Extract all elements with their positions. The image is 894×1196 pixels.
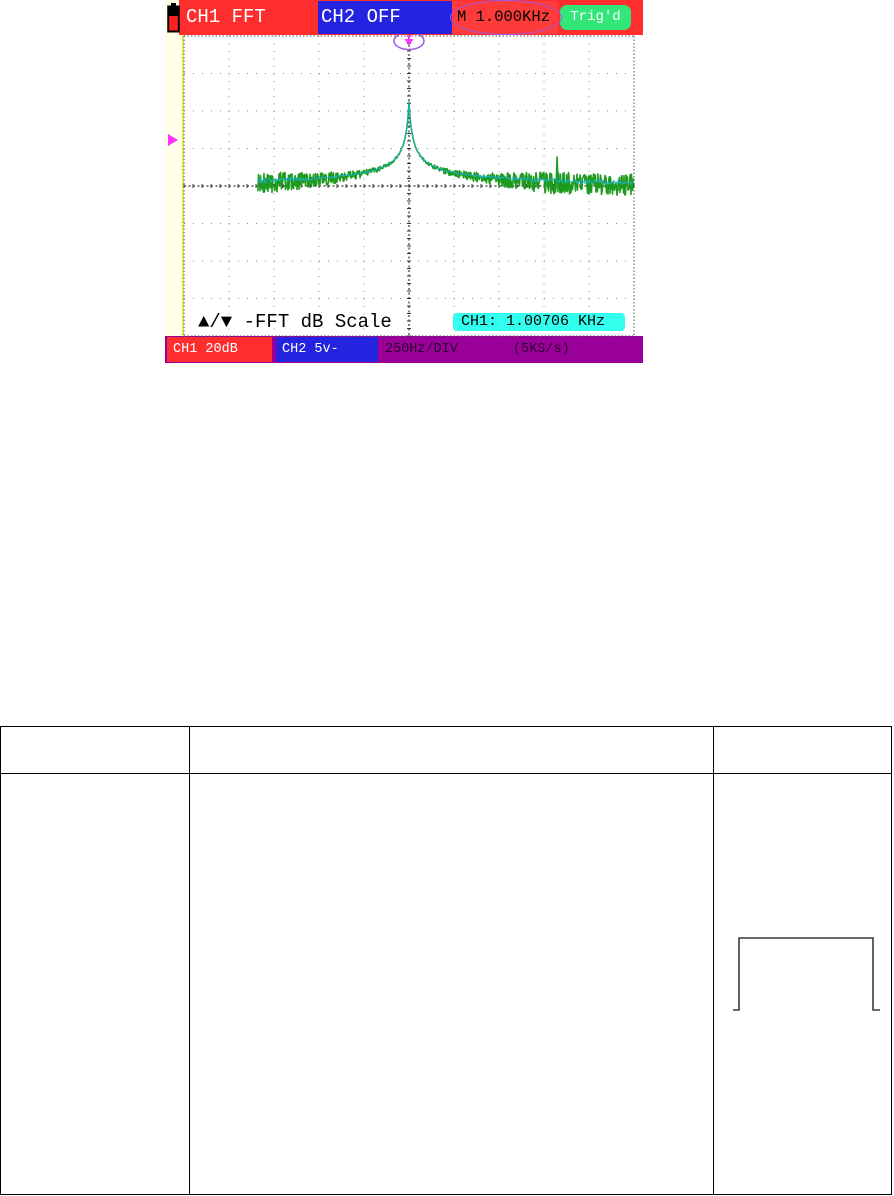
table-header-cell [713,726,892,774]
ch2-mode-label: CH2 OFF [318,1,452,34]
table-header-cell [189,726,714,774]
window-shape-line [733,937,880,1011]
trigger-position-arrow-icon [404,39,414,46]
ch1-scale-label: CH1 20dB [167,337,272,362]
table-header-cell [0,726,190,774]
horizontal-scale-label: 250Hz/DIV [385,342,458,357]
rectangular-window-icon [733,937,880,1011]
fft-display [168,31,635,337]
table-cell [189,773,714,1195]
oscilloscope-screen: CH1 FFT CH2 OFF M 1.000KHz Trig'd ▲/▼ -F… [165,0,643,363]
trigger-status-badge: Trig'd [560,5,631,30]
table-cell [0,773,190,1195]
table-header-row [0,726,892,774]
frequency-readout: CH1: 1.00706 KHz [453,313,625,331]
fft-scale-hint: ▲/▼ -FFT dB Scale [198,311,392,333]
channel-marker-triangle-icon [168,134,178,146]
timebase-label: M 1.000KHz [452,1,558,34]
ch1-mode-label: CH1 FFT [181,1,315,34]
sample-rate-label: (5KS/s) [513,342,570,357]
battery-icon [167,3,180,33]
ch2-scale-label: CH2 5v- [276,337,378,362]
manual-page: CH1 FFT CH2 OFF M 1.000KHz Trig'd ▲/▼ -F… [0,0,894,1196]
